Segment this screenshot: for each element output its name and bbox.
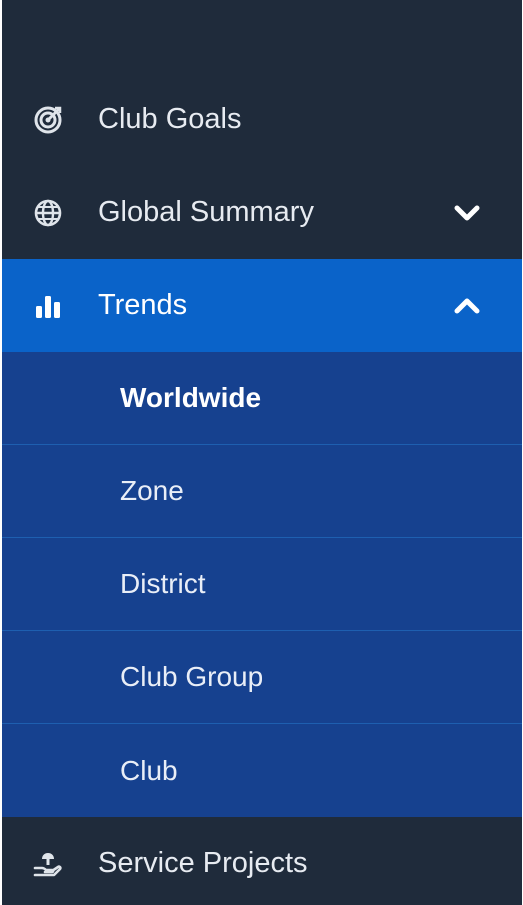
submenu-item-club[interactable]: Club [2,724,522,817]
chevron-down-icon[interactable] [450,196,484,230]
nav-item-label: Trends [98,289,188,321]
nav-item-label: Club Goals [98,103,242,135]
target-icon [31,103,65,137]
nav-item-global-summary[interactable]: Global Summary [2,166,522,259]
submenu-item-worldwide[interactable]: Worldwide [2,352,522,445]
nav-item-label: Global Summary [98,196,314,228]
nav-item-label: Service Projects [98,847,308,879]
trends-submenu: Worldwide Zone District Club Group Club [2,352,522,817]
globe-icon [31,196,65,230]
sidebar-nav: Club Goals Global Summary Trends Worldwi… [2,0,522,905]
nav-item-service-projects[interactable]: Service Projects [2,817,522,905]
submenu-item-zone[interactable]: Zone [2,445,522,538]
sidebar-top-spacer [2,0,522,73]
helping-hand-icon [31,847,65,881]
bar-chart-icon [31,289,65,323]
nav-item-trends[interactable]: Trends [2,259,522,352]
submenu-item-district[interactable]: District [2,538,522,631]
chevron-up-icon[interactable] [450,289,484,323]
submenu-item-club-group[interactable]: Club Group [2,631,522,724]
nav-item-club-goals[interactable]: Club Goals [2,73,522,166]
